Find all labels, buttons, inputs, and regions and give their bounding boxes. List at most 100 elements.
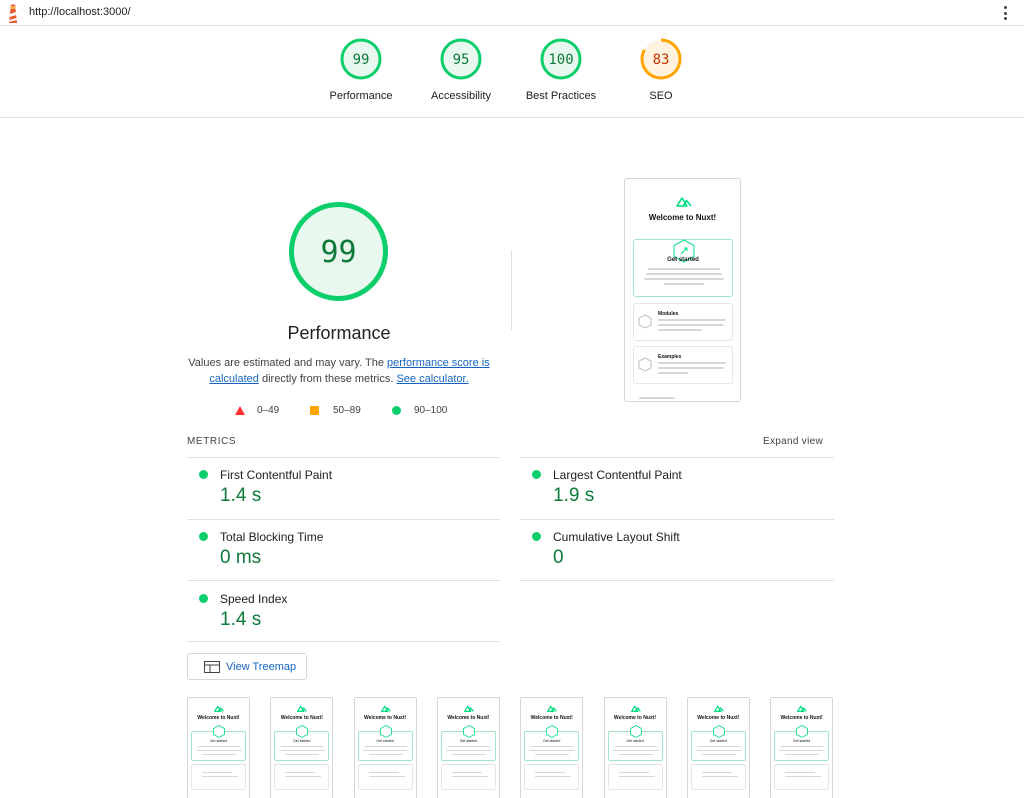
category-gauges: 99 Performance 95 Accessibility 100 Best…	[0, 26, 1024, 118]
view-treemap-label: View Treemap	[226, 661, 297, 673]
expand-view-toggle[interactable]: Expand view	[763, 436, 823, 447]
filmstrip-frame[interactable]: Welcome to Nuxt! Get started	[770, 697, 834, 798]
metric-name: Largest Contentful Paint	[553, 468, 682, 482]
rocket-hexagon-icon	[546, 725, 559, 738]
fail-triangle-icon	[235, 406, 245, 415]
rocket-hexagon-icon	[296, 725, 309, 738]
page-url: http://localhost:3000/	[29, 6, 131, 18]
frame-title: Welcome to Nuxt!	[364, 715, 407, 721]
frame-card	[274, 764, 330, 790]
performance-gauge: 99	[289, 202, 388, 301]
metric-tbt: Total Blocking Time 0 ms	[187, 519, 500, 581]
performance-title: Performance	[287, 323, 391, 343]
view-treemap-button[interactable]: View Treemap	[187, 653, 307, 680]
nuxt-logo-icon	[463, 705, 474, 712]
gauge-label: Best Practices	[525, 90, 597, 102]
examples-hexagon-icon	[638, 357, 652, 372]
frame-card-title: Get started	[709, 739, 727, 743]
gauge-seo[interactable]: 83 SEO	[611, 38, 711, 102]
average-square-icon	[310, 406, 319, 415]
metric-fcp: First Contentful Paint 1.4 s	[187, 457, 500, 519]
metric-name: Total Blocking Time	[220, 530, 324, 544]
filmstrip-frame[interactable]: Welcome to Nuxt! Get started	[520, 697, 584, 798]
desc-text: Values are estimated and may vary. The	[188, 357, 387, 369]
rocket-hexagon-icon	[712, 725, 725, 738]
pass-circle-icon	[532, 470, 541, 479]
frame-title: Welcome to Nuxt!	[447, 715, 490, 721]
gauge-best-practices[interactable]: 100 Best Practices	[511, 38, 611, 102]
modules-hexagon-icon	[638, 314, 652, 329]
filmstrip-frame[interactable]: Welcome to Nuxt! Get started	[436, 697, 500, 798]
legend-average: 50–89	[333, 405, 361, 416]
frame-card	[607, 764, 663, 790]
frame-card-title: Get started	[459, 739, 478, 743]
more-menu-icon[interactable]	[1002, 5, 1008, 21]
frame-title: Welcome to Nuxt!	[280, 715, 323, 721]
rocket-hexagon-icon	[379, 725, 392, 738]
frame-card	[191, 764, 246, 790]
preview-card: Modules	[633, 303, 733, 341]
preview-card: Examples	[633, 346, 733, 384]
pass-circle-icon	[199, 532, 208, 541]
gauge-accessibility[interactable]: 95 Accessibility	[411, 38, 511, 102]
pass-circle-icon	[199, 470, 208, 479]
performance-description: Values are estimated and may vary. The p…	[188, 355, 490, 387]
rocket-hexagon-icon	[629, 725, 642, 738]
gauge-performance[interactable]: 99 Performance	[311, 38, 411, 102]
frame-card-title: Get started	[792, 739, 811, 743]
filmstrip-frame[interactable]: Welcome to Nuxt! Get started	[686, 697, 750, 798]
frame-title: Welcome to Nuxt!	[530, 715, 573, 721]
nuxt-logo-icon	[297, 705, 308, 712]
nuxt-logo-icon	[214, 705, 224, 712]
metric-name: Speed Index	[220, 592, 288, 606]
metric-speed-index: Speed Index 1.4 s	[187, 581, 500, 643]
frame-card-title: Get started	[543, 739, 561, 743]
gauge-label: Accessibility	[431, 90, 491, 102]
metric-value: 0 ms	[220, 547, 262, 568]
rocket-hexagon-icon	[463, 725, 475, 738]
frame-card-title: Get started	[376, 739, 394, 743]
frame-card	[690, 764, 746, 790]
frame-card	[357, 764, 413, 790]
metric-value: 0	[553, 547, 564, 568]
nuxt-logo-icon	[713, 705, 724, 712]
metric-value: 1.4 s	[220, 609, 262, 630]
filmstrip-frame[interactable]: Welcome to Nuxt! Get started	[187, 697, 250, 798]
gauge-ring-icon: 99	[340, 38, 382, 80]
metric-value: 1.4 s	[220, 485, 262, 506]
metric-cls: Cumulative Layout Shift 0	[520, 519, 833, 581]
gauge-score: 83	[653, 52, 670, 68]
metric-lcp: Largest Contentful Paint 1.9 s	[520, 457, 833, 519]
gauge-score: 100	[548, 52, 573, 68]
frame-card	[774, 764, 830, 790]
frame-card	[440, 764, 496, 790]
frame-card-title: Get started	[209, 739, 228, 743]
see-calculator-link[interactable]: See calculator.	[396, 373, 468, 385]
filmstrip-frame[interactable]: Welcome to Nuxt! Get started	[603, 697, 667, 798]
preview-card-title: Modules	[658, 311, 679, 317]
divider	[520, 580, 834, 581]
preview-card-title: Examples	[658, 354, 682, 360]
pass-circle-icon	[532, 532, 541, 541]
pass-circle-icon	[392, 406, 401, 415]
gauge-label: SEO	[649, 90, 673, 102]
gauge-ring-icon: 95	[440, 38, 482, 80]
pass-circle-icon	[199, 594, 208, 603]
nuxt-logo-icon	[380, 705, 391, 712]
browser-bar: http://localhost:3000/	[0, 0, 1024, 26]
preview-card-title: Get started	[667, 257, 699, 263]
nuxt-logo-icon	[676, 197, 692, 207]
frame-title: Welcome to Nuxt!	[780, 715, 823, 721]
final-screenshot[interactable]: Welcome to Nuxt! Get started Modules Exa…	[624, 178, 741, 402]
legend-pass: 90–100	[414, 405, 448, 416]
filmstrip-frame[interactable]: Welcome to Nuxt! Get started	[353, 697, 417, 798]
frame-title: Welcome to Nuxt!	[697, 715, 740, 721]
legend-fail: 0–49	[257, 405, 280, 416]
divider	[511, 250, 512, 330]
filmstrip-frame[interactable]: Welcome to Nuxt! Get started	[270, 697, 334, 798]
gauge-score: 99	[353, 52, 370, 68]
frame-card-title: Get started	[626, 739, 644, 743]
metric-value: 1.9 s	[553, 485, 595, 506]
nuxt-logo-icon	[630, 705, 641, 712]
preview-title: Welcome to Nuxt!	[648, 213, 717, 222]
